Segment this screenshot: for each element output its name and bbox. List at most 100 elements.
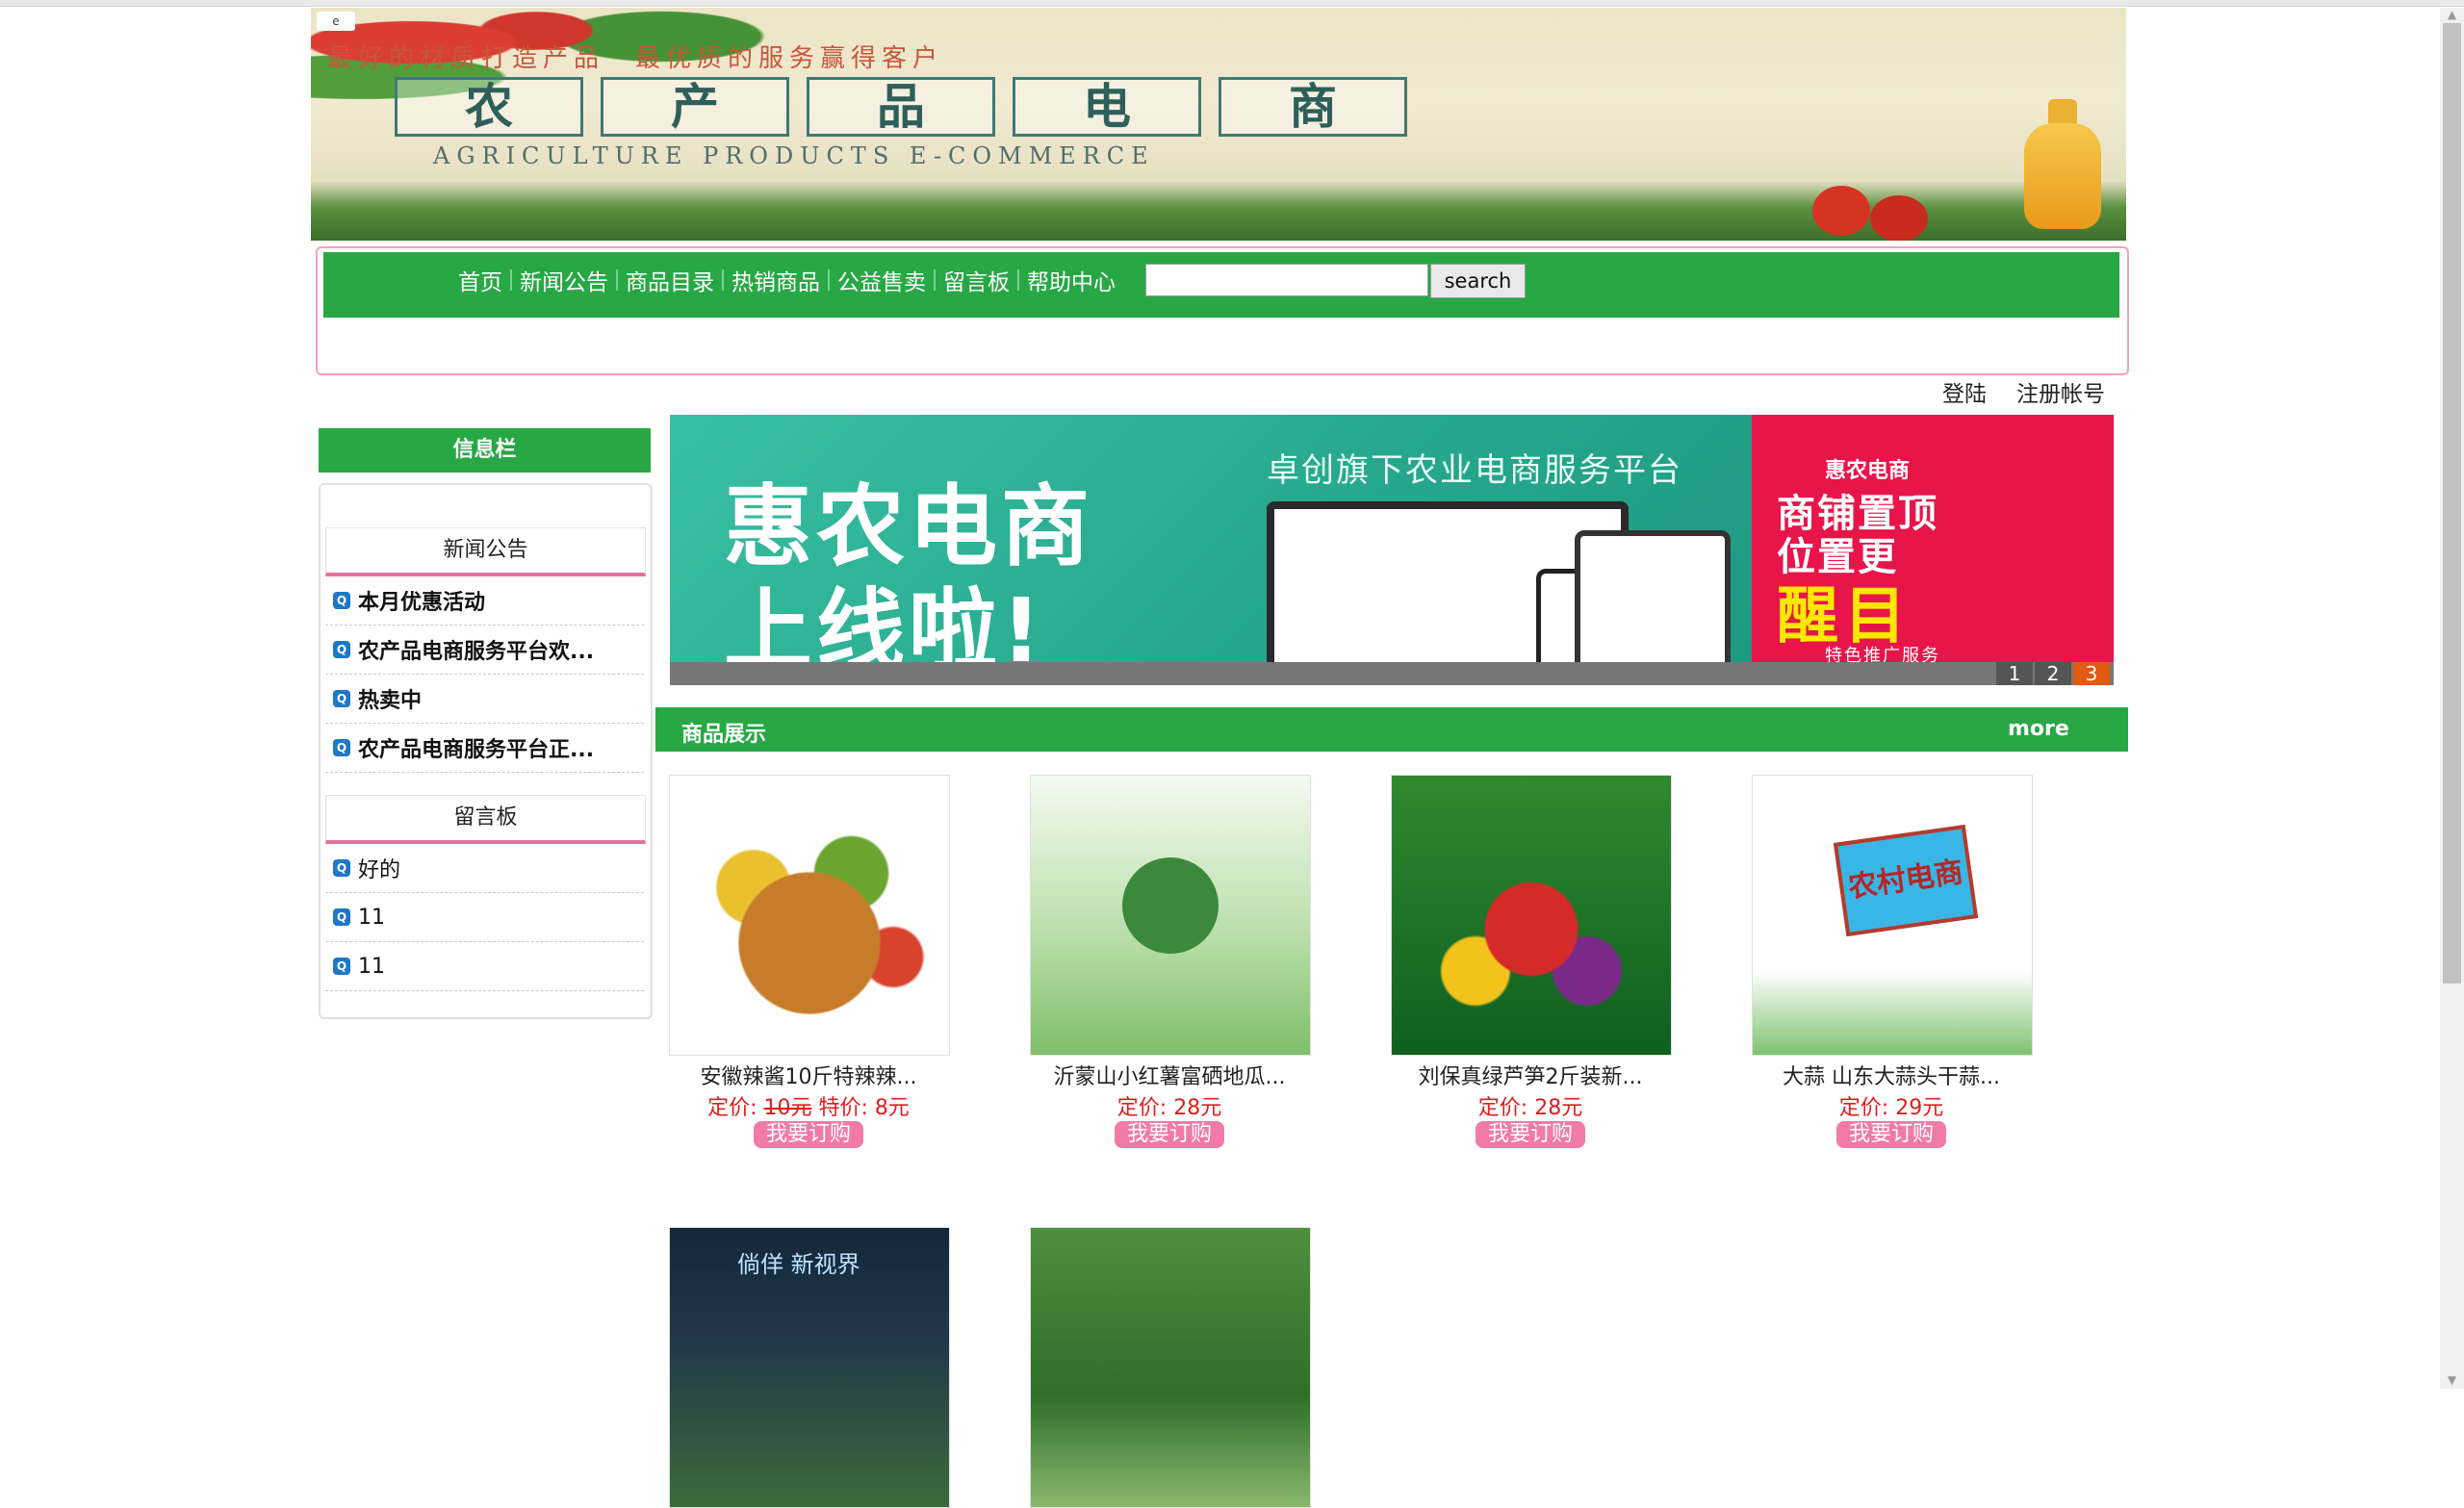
order-button[interactable]: 我要订购 <box>1836 1121 1946 1148</box>
sidebar-news-section: 新闻公告 Q 本月优惠活动 Q 农产品电商服务平台欢... Q 热卖中 Q 农产… <box>325 527 646 773</box>
product-image-caption: 倘佯 新视界 <box>737 1251 860 1278</box>
list-item[interactable]: Q 本月优惠活动 <box>325 576 644 626</box>
tomato-decoration <box>1812 186 1870 236</box>
product-price: 定价: 28元 <box>1391 1090 1670 1121</box>
list-item[interactable]: Q 11 <box>325 942 644 991</box>
price-label: 定价: <box>707 1096 757 1120</box>
carousel-brand: 惠农电商 <box>1825 459 1911 483</box>
carousel-pagination-bar <box>670 662 2114 685</box>
q-bullet-icon: Q <box>333 641 350 658</box>
special-label: 特价: <box>818 1096 868 1120</box>
q-bullet-icon: Q <box>333 958 350 975</box>
product-name[interactable]: 安徽辣酱10斤特辣辣... <box>669 1060 948 1090</box>
original-price: 28元 <box>1173 1096 1222 1120</box>
list-item[interactable]: Q 热卖中 <box>325 675 644 724</box>
sidebar-board-section: 留言板 Q 好的 Q 11 Q 11 <box>325 795 646 991</box>
banner-title-char: 商 <box>1219 77 1407 137</box>
price-label: 定价: <box>1477 1096 1528 1120</box>
promo-carousel[interactable]: 惠农电商 上线啦! 卓创旗下农业电商服务平台 惠农电商 商铺置顶 位置更 醒目 … <box>670 415 2114 685</box>
product-name[interactable]: 大蒜 山东大蒜头干蒜... <box>1752 1060 2031 1090</box>
oil-bottle-decoration <box>2024 123 2101 229</box>
scroll-up-icon[interactable]: ▲ <box>2443 8 2461 21</box>
banner-title-char: 产 <box>601 77 789 137</box>
product-price: 定价: 29元 <box>1752 1090 2031 1121</box>
order-button[interactable]: 我要订购 <box>1476 1121 1585 1148</box>
order-button[interactable]: 我要订购 <box>1115 1121 1224 1148</box>
carousel-subtitle: 卓创旗下农业电商服务平台 <box>1267 451 1682 490</box>
product-price: 定价: 28元 <box>1030 1090 1309 1121</box>
scroll-down-icon[interactable]: ▼ <box>2443 1373 2461 1387</box>
browser-top-border <box>0 0 2464 7</box>
product-card: 刘保真绿芦笋2斤装新... 定价: 28元 我要订购 <box>1391 775 1672 1148</box>
list-item[interactable]: Q 农产品电商服务平台正... <box>325 724 644 773</box>
list-item[interactable]: Q 11 <box>325 893 644 942</box>
tab-news[interactable]: 新闻公告 <box>325 527 646 576</box>
product-image[interactable]: 农村电商 <box>1752 775 2033 1056</box>
register-link[interactable]: 注册帐号 <box>2016 375 2105 408</box>
carousel-page-button-active[interactable]: 3 <box>2073 662 2110 685</box>
product-image[interactable] <box>1030 775 1311 1056</box>
message-text[interactable]: 好的 <box>358 853 400 883</box>
main-nav: 首页 新闻公告 商品目录 热销商品 公益售卖 留言板 帮助中心 <box>450 263 1123 297</box>
list-item[interactable]: Q 好的 <box>325 844 644 893</box>
nav-item-board[interactable]: 留言板 <box>936 264 1017 296</box>
carousel-pagination: 1 2 3 <box>1994 662 2110 685</box>
product-card <box>1030 1227 1311 1508</box>
carousel-page-button[interactable]: 2 <box>2035 662 2071 685</box>
product-name[interactable]: 刘保真绿芦笋2斤装新... <box>1391 1060 1670 1090</box>
order-button[interactable]: 我要订购 <box>754 1121 863 1148</box>
q-bullet-icon: Q <box>333 908 350 926</box>
site-logo[interactable]: e <box>317 12 355 31</box>
rural-ecommerce-sign: 农村电商 <box>1833 824 1979 937</box>
news-title[interactable]: 热卖中 <box>358 683 422 714</box>
products-header <box>655 707 2128 752</box>
price-label: 定价: <box>1838 1096 1889 1120</box>
q-bullet-icon: Q <box>333 859 350 877</box>
nav-item-charity[interactable]: 公益售卖 <box>830 264 934 296</box>
sidebar-title: 信息栏 <box>319 428 651 473</box>
news-title[interactable]: 农产品电商服务平台欢... <box>358 634 594 665</box>
product-image[interactable] <box>1030 1227 1311 1508</box>
search-input[interactable] <box>1145 264 1428 296</box>
original-price: 28元 <box>1534 1096 1583 1120</box>
login-link[interactable]: 登陆 <box>1942 375 1987 408</box>
original-price: 10元 <box>763 1096 812 1120</box>
product-image[interactable]: 倘佯 新视界 <box>669 1227 950 1508</box>
product-image[interactable] <box>1391 775 1672 1056</box>
original-price: 29元 <box>1895 1096 1944 1120</box>
banner-slogan: 最好的材质打造产品 最优质的服务赢得客户 <box>327 44 944 73</box>
q-bullet-icon: Q <box>333 592 350 609</box>
message-text[interactable]: 11 <box>358 906 385 930</box>
product-card: 农村电商 大蒜 山东大蒜头干蒜... 定价: 29元 我要订购 <box>1752 775 2033 1148</box>
search-button[interactable]: search <box>1430 264 1526 298</box>
q-bullet-icon: Q <box>333 690 350 707</box>
product-card: 安徽辣酱10斤特辣辣... 定价: 10元 特价: 8元 我要订购 <box>669 775 950 1148</box>
scrollbar-thumb[interactable] <box>2443 23 2461 984</box>
nav-item-catalog[interactable]: 商品目录 <box>618 264 722 296</box>
banner-subtitle: AGRICULTURE PRODUCTS E-COMMERCE <box>433 142 1155 169</box>
tablet-image <box>1575 530 1731 677</box>
banner-title: 农 产 品 电 商 <box>395 77 1407 137</box>
special-price: 8元 <box>874 1096 910 1120</box>
tab-message-board[interactable]: 留言板 <box>325 795 646 844</box>
message-text[interactable]: 11 <box>358 955 385 979</box>
product-price: 定价: 10元 特价: 8元 <box>669 1090 948 1121</box>
products-title: 商品展示 <box>681 723 767 747</box>
product-card: 沂蒙山小红薯富硒地瓜... 定价: 28元 我要订购 <box>1030 775 1311 1148</box>
product-name[interactable]: 沂蒙山小红薯富硒地瓜... <box>1030 1060 1309 1090</box>
banner-title-char: 电 <box>1013 77 1201 137</box>
product-image[interactable] <box>669 775 950 1056</box>
news-title[interactable]: 本月优惠活动 <box>358 585 485 616</box>
list-item[interactable]: Q 农产品电商服务平台欢... <box>325 626 644 675</box>
q-bullet-icon: Q <box>333 739 350 756</box>
nav-item-hot[interactable]: 热销商品 <box>724 264 828 296</box>
nav-item-home[interactable]: 首页 <box>450 264 510 296</box>
carousel-page-button[interactable]: 1 <box>1996 662 2033 685</box>
more-link[interactable]: more <box>2008 717 2069 741</box>
banner-title-char: 农 <box>395 77 583 137</box>
hex-diagram-decoration <box>1122 857 1219 954</box>
news-title[interactable]: 农产品电商服务平台正... <box>358 732 594 763</box>
price-label: 定价: <box>1116 1096 1168 1120</box>
nav-item-help[interactable]: 帮助中心 <box>1019 264 1123 296</box>
nav-item-news[interactable]: 新闻公告 <box>512 264 616 296</box>
